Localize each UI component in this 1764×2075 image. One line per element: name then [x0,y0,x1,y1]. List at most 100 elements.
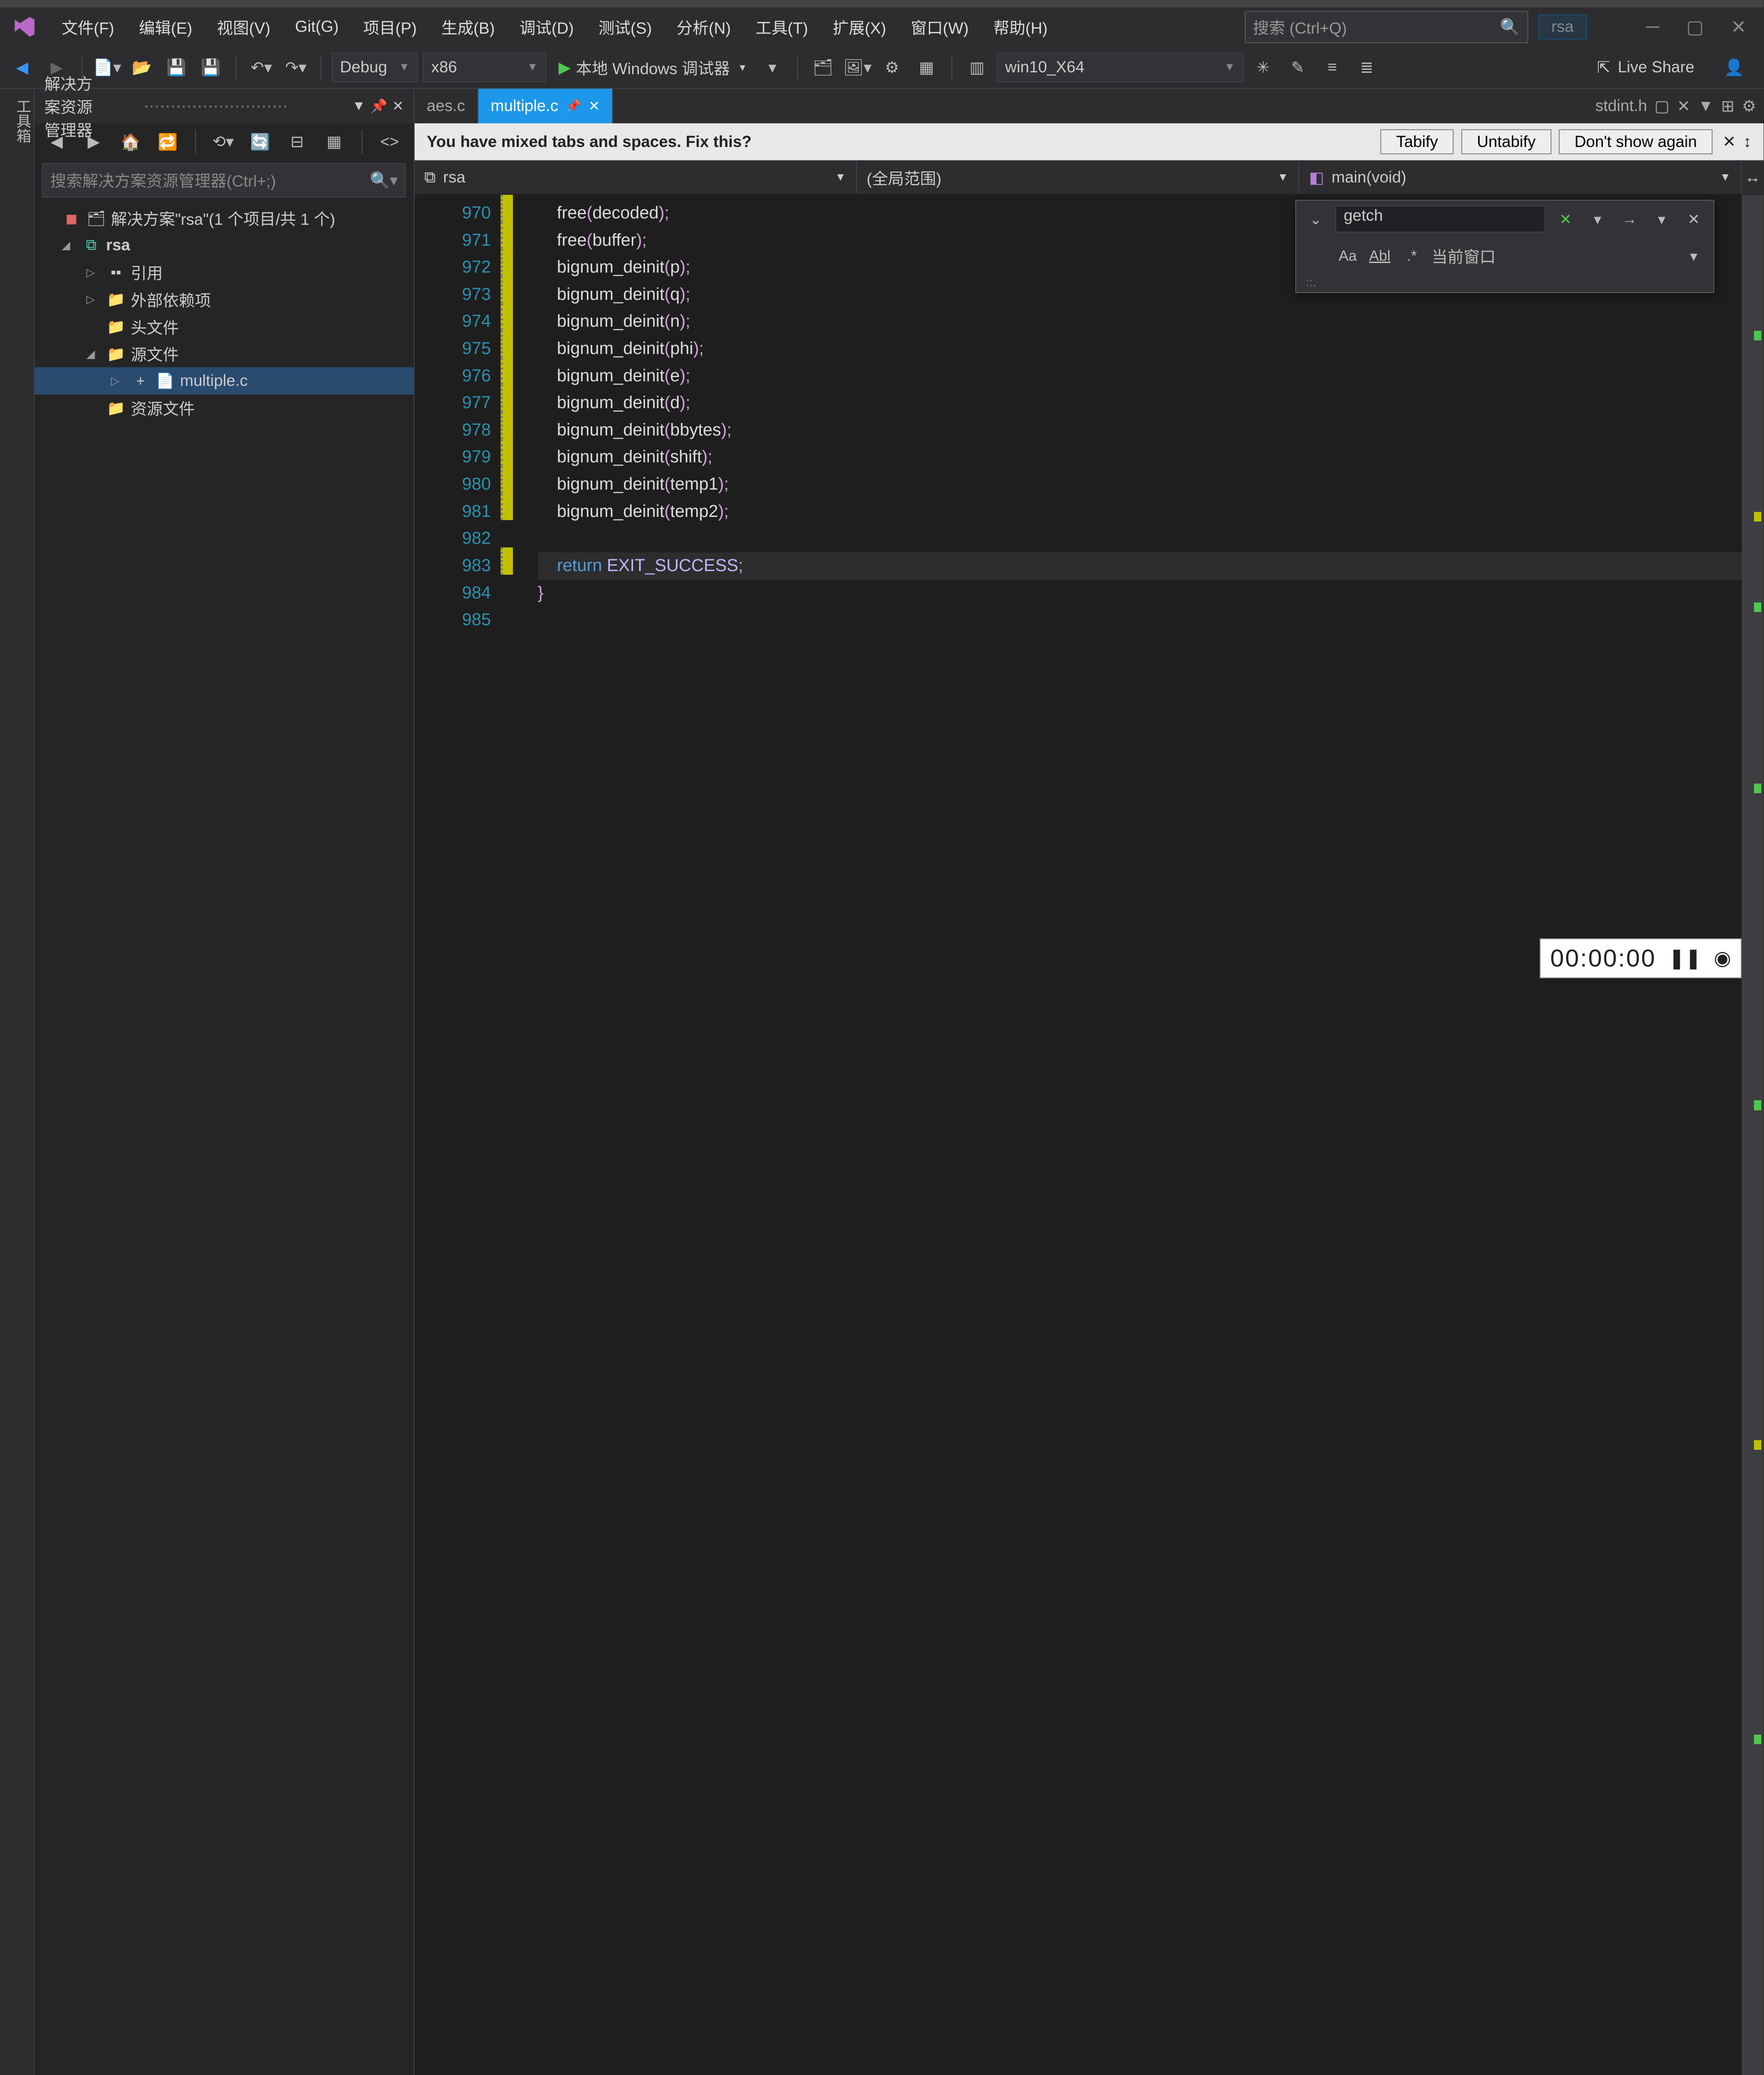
menu-item[interactable]: 分析(N) [664,7,743,47]
menu-item[interactable]: 工具(T) [743,7,821,47]
sources-node[interactable]: ◢📁源文件 [35,340,414,368]
redo-icon[interactable]: ↷▾ [281,53,311,82]
headers-node[interactable]: 📁头文件 [35,313,414,340]
split-icon[interactable]: ↔ [1742,161,1764,194]
tab-aes[interactable]: aes.c [415,89,478,123]
gear-icon[interactable]: ⚙ [1742,97,1756,116]
menu-item[interactable]: 调试(D) [507,7,586,47]
close-tab-icon[interactable]: ✕ [588,98,600,114]
pause-icon[interactable]: ❚❚ [1668,947,1702,970]
close-icon[interactable]: ✕ [1677,97,1691,116]
references-node[interactable]: ▷▪▪引用 [35,259,414,286]
whole-word-icon[interactable]: Abl [1368,248,1392,264]
dropdown-icon[interactable]: ▼ [352,98,366,114]
menu-item[interactable]: 帮助(H) [981,7,1060,47]
tb-icon-2[interactable]: 🖼▾ [843,53,872,82]
preview-tab[interactable]: stdint.h [1595,97,1647,115]
home-icon[interactable]: 🏠 [116,127,146,157]
find-next-icon[interactable]: → [1617,211,1642,228]
close-icon[interactable]: ✕ [1731,16,1746,38]
maximize-icon[interactable]: ▢ [1686,16,1703,38]
find-input[interactable]: getch [1335,206,1546,233]
explorer-search-input[interactable]: 搜索解决方案资源管理器(Ctrl+;) 🔍▾ [42,163,406,197]
solution-node[interactable]: ◼🗂 解决方案"rsa"(1 个项目/共 1 个) [35,205,414,232]
vertical-scrollbar[interactable] [1742,195,1764,2075]
menu-item[interactable]: 编辑(E) [127,7,205,47]
target-combo[interactable]: win10_X64▼ [997,53,1243,82]
pin-icon[interactable]: 📌 [370,98,387,114]
tab-multiple[interactable]: multiple.c📌✕ [478,89,613,123]
dont-show-button[interactable]: Don't show again [1559,129,1713,154]
resources-node[interactable]: 📁资源文件 [35,395,414,422]
refresh-icon[interactable]: 🔄 [245,127,275,157]
tb-icon-6[interactable]: ✳ [1248,53,1278,82]
regex-icon[interactable]: .* [1399,248,1424,264]
debug-target-dropdown-icon[interactable]: ▾ [758,53,787,82]
open-icon[interactable]: 📂 [127,53,157,82]
expl-back-icon[interactable]: ◀ [42,127,71,157]
tabify-button[interactable]: Tabify [1380,129,1454,154]
liveshare-button[interactable]: ⇱ Live Share 👤 [1585,58,1756,77]
close-icon[interactable]: ✕ [392,98,404,114]
tb-icon-4[interactable]: ▦ [912,53,941,82]
context-pill[interactable]: rsa [1538,15,1587,40]
nav-member-combo[interactable]: ◧main(void)▼ [1299,161,1742,194]
dropdown-icon[interactable]: ▾ [1681,248,1706,265]
untabify-button[interactable]: Untabify [1461,129,1551,154]
source-file-node[interactable]: ▷+📄multiple.c [35,367,414,395]
folder-icon: 📁 [106,290,126,309]
tb-icon-3[interactable]: ⚙ [877,53,907,82]
project-node[interactable]: ◢⧉ rsa [35,232,414,259]
global-search-input[interactable]: 搜索 (Ctrl+Q) 🔍 [1245,11,1528,43]
nav-scope-combo[interactable]: (全局范围)▼ [857,161,1299,194]
start-debug-button[interactable]: ▶本地 Windows 调试器▾ [551,56,753,79]
vs-logo-icon [0,15,49,39]
menu-item[interactable]: 生成(B) [429,7,507,47]
tb-icon-9[interactable]: ≣ [1352,53,1382,82]
tb-icon-8[interactable]: ≡ [1318,53,1347,82]
expand-icon[interactable]: ↕ [1744,133,1752,151]
expl-fwd-icon[interactable]: ▶ [79,127,108,157]
new-item-icon[interactable]: 📄▾ [92,53,122,82]
menu-item[interactable]: 窗口(W) [898,7,981,47]
menu-item[interactable]: 视图(V) [205,7,283,47]
code-editor[interactable]: 9709719729739749759769779789799809819829… [415,195,1764,2075]
undo-icon[interactable]: ↶▾ [247,53,276,82]
code-icon[interactable]: <> [375,127,405,157]
minimize-icon[interactable]: ─ [1646,16,1659,38]
show-all-icon[interactable]: ▦ [319,127,349,157]
match-case-icon[interactable]: Aa [1335,248,1360,264]
c-file-icon: + [131,371,150,391]
dropdown-icon[interactable]: ▾ [1649,211,1674,228]
close-find-icon[interactable]: ✕ [1681,211,1706,228]
switch-view-icon[interactable]: 🔁 [153,127,182,157]
dropdown-icon[interactable]: ▾ [1585,211,1610,228]
menu-item[interactable]: Git(G) [283,7,351,47]
chevron-down-icon[interactable]: ⌄ [1303,211,1328,228]
find-widget: ⌄ getch ✕ ▾ → ▾ ✕ Aa Abl .* 当前窗口 [1295,200,1714,293]
sync-icon[interactable]: ⟲▾ [208,127,238,157]
pin-icon[interactable]: 📌 [566,99,581,113]
dropdown-icon[interactable]: ▼ [1698,97,1714,115]
nav-project-combo[interactable]: ⧉rsa▼ [415,161,857,194]
toolbox-tab[interactable]: 工具箱 [0,89,35,2075]
tb-icon-1[interactable]: 🗂 [808,53,838,82]
close-infobar-icon[interactable]: ✕ [1723,132,1736,151]
collapse-icon[interactable]: ⊟ [282,127,312,157]
save-icon[interactable]: 💾 [162,53,191,82]
menu-item[interactable]: 文件(F) [49,7,127,47]
record-icon[interactable]: ◉ [1714,947,1731,970]
tb-icon-5[interactable]: ▥ [962,53,992,82]
save-all-icon[interactable]: 💾 [196,53,226,82]
split-icon[interactable]: ⊞ [1721,97,1735,116]
config-combo[interactable]: Debug▼ [332,53,418,82]
platform-combo[interactable]: x86▼ [423,53,546,82]
clear-icon[interactable]: ✕ [1553,211,1578,228]
menu-item[interactable]: 项目(P) [351,7,429,47]
menu-item[interactable]: 测试(S) [586,7,664,47]
promote-icon[interactable]: ▢ [1654,97,1669,116]
tb-icon-7[interactable]: ✎ [1283,53,1313,82]
nav-back-icon[interactable]: ◀ [7,53,37,82]
external-deps-node[interactable]: ▷📁外部依赖项 [35,286,414,314]
menu-item[interactable]: 扩展(X) [821,7,899,47]
